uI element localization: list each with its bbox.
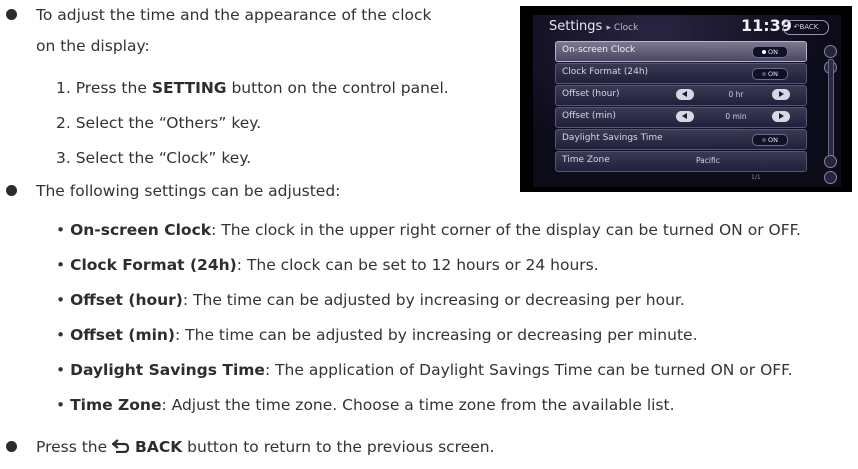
bullet	[6, 9, 17, 20]
toggle-value: ON	[768, 136, 778, 144]
decrease-arrow-icon[interactable]	[676, 89, 694, 100]
row-label: On-screen Clock	[562, 45, 636, 55]
bullet	[6, 185, 17, 196]
display-breadcrumb: ▸ Clock	[606, 23, 639, 33]
intro-text-line2: on the display:	[36, 37, 150, 55]
row-value: Pacific	[696, 156, 720, 165]
toggle-value: ON	[768, 70, 778, 78]
decrease-arrow-icon[interactable]	[676, 111, 694, 122]
display-title: Settings ▸ Clock	[549, 19, 638, 34]
row-label: Offset (hour)	[562, 89, 620, 99]
row-value: 0 hr	[728, 90, 744, 99]
scroll-down-icon[interactable]	[824, 171, 837, 184]
back-prefix: Press the	[36, 438, 113, 456]
display-row-on-screen-clock[interactable]: On-screen Clock ON	[555, 41, 807, 62]
row-label: Offset (min)	[562, 111, 616, 121]
display-scrollbar[interactable]	[824, 45, 837, 184]
led-icon	[762, 138, 766, 142]
setting-clock-format: • Clock Format (24h): The clock can be s…	[56, 256, 599, 274]
toggle-indicator: ON	[752, 68, 788, 80]
page-indicator: 1/1	[751, 174, 761, 181]
toggle-indicator: ON	[752, 46, 788, 58]
scroll-bottom-icon[interactable]	[824, 155, 837, 168]
scroll-rail[interactable]	[828, 59, 834, 165]
setting-desc: : The time can be adjusted by increasing…	[175, 326, 698, 344]
setting-offset-hour: • Offset (hour): The time can be adjuste…	[56, 291, 685, 309]
display-back-button[interactable]: ↶BACK	[783, 20, 829, 35]
display-back-label: BACK	[799, 23, 819, 31]
bullet	[6, 441, 17, 452]
step-1-suffix: button on the control panel.	[226, 79, 449, 97]
increase-arrow-icon[interactable]	[772, 111, 790, 122]
setting-desc: : Adjust the time zone. Choose a time zo…	[161, 396, 675, 414]
toggle-value: ON	[768, 48, 778, 56]
setting-offset-min: • Offset (min): The time can be adjusted…	[56, 326, 698, 344]
setting-name: Daylight Savings Time	[70, 361, 265, 379]
display-row-daylight-savings[interactable]: Daylight Savings Time ON	[555, 129, 807, 150]
setting-time-zone: • Time Zone: Adjust the time zone. Choos…	[56, 396, 675, 414]
setting-desc: : The clock in the upper right corner of…	[211, 221, 801, 239]
increase-arrow-icon[interactable]	[772, 89, 790, 100]
setting-name: Time Zone	[70, 396, 162, 414]
settings-intro: The following settings can be adjusted:	[36, 182, 341, 200]
setting-desc: : The application of Daylight Savings Ti…	[264, 361, 793, 379]
scroll-up-icon[interactable]	[824, 45, 837, 58]
step-1-bold: SETTING	[151, 79, 227, 97]
back-arrow-icon	[111, 439, 130, 454]
setting-daylight-savings: • Daylight Savings Time: The application…	[56, 361, 793, 379]
led-icon	[762, 72, 766, 76]
display-title-text: Settings	[549, 19, 603, 34]
back-suffix: button to return to the previous screen.	[182, 438, 495, 456]
row-label: Daylight Savings Time	[562, 133, 663, 143]
toggle-indicator: ON	[752, 134, 788, 146]
intro-text-line1: To adjust the time and the appearance of…	[36, 6, 432, 24]
display-screen: Settings ▸ Clock 11:39 ↶BACK On-screen C…	[533, 15, 841, 187]
back-instruction: Press the BACK button to return to the p…	[36, 437, 495, 457]
display-row-offset-min[interactable]: Offset (min) 0 min	[555, 107, 807, 128]
display-row-clock-format[interactable]: Clock Format (24h) ON	[555, 63, 807, 84]
step-1: 1. Press the SETTING button on the contr…	[56, 78, 449, 98]
led-icon	[762, 50, 766, 54]
row-value: 0 min	[725, 112, 747, 121]
display-screenshot: Settings ▸ Clock 11:39 ↶BACK On-screen C…	[520, 6, 852, 192]
step-1-prefix: 1. Press the	[56, 79, 152, 97]
setting-name: Offset (min)	[70, 326, 176, 344]
setting-name: Clock Format (24h)	[70, 256, 237, 274]
setting-name: Offset (hour)	[70, 291, 183, 309]
setting-desc: : The time can be adjusted by increasing…	[182, 291, 685, 309]
row-label: Time Zone	[562, 155, 610, 165]
back-bold: BACK	[135, 438, 183, 456]
display-row-offset-hour[interactable]: Offset (hour) 0 hr	[555, 85, 807, 106]
display-row-time-zone[interactable]: Time Zone Pacific	[555, 151, 807, 172]
setting-desc: : The clock can be set to 12 hours or 24…	[236, 256, 599, 274]
step-3: 3. Select the “Clock” key.	[56, 149, 252, 167]
step-2: 2. Select the “Others” key.	[56, 114, 262, 132]
setting-on-screen-clock: • On-screen Clock: The clock in the uppe…	[56, 221, 801, 239]
setting-name: On-screen Clock	[70, 221, 212, 239]
row-label: Clock Format (24h)	[562, 67, 649, 77]
